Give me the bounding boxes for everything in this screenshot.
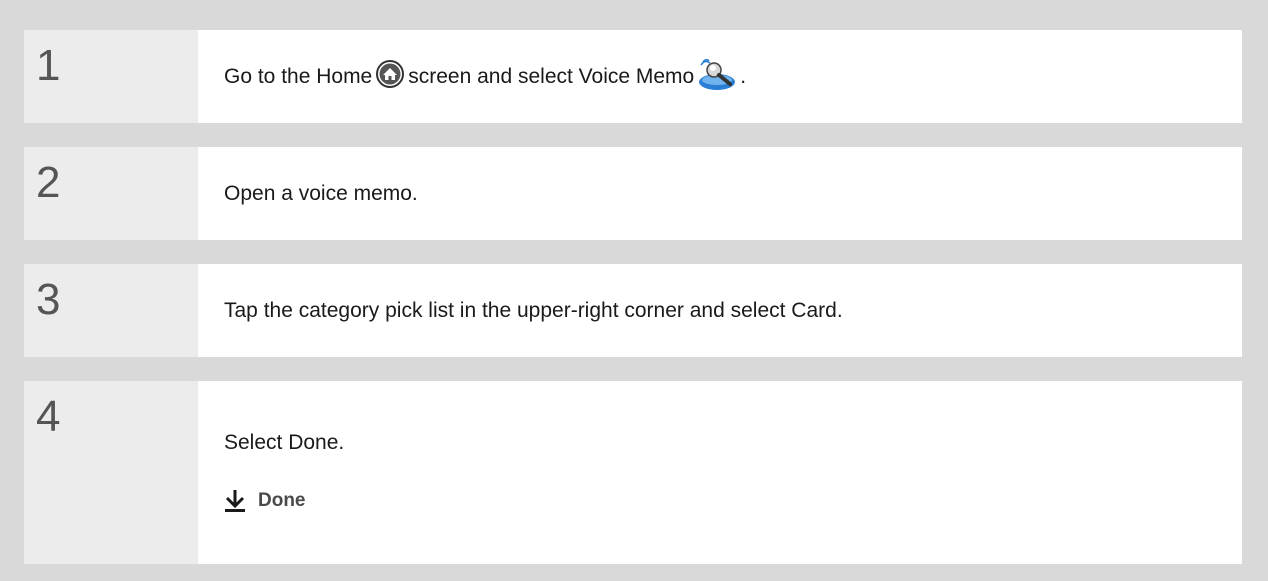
step-text: Go to the Home screen and select Voice M…: [224, 56, 1242, 98]
step-number: 1: [24, 30, 198, 123]
step-text-part: .: [740, 64, 747, 88]
step-text: Open a voice memo.: [224, 181, 418, 205]
step-text: Select Done.: [224, 431, 345, 454]
done-indicator: Done: [224, 489, 1242, 513]
step-content: Select Done. Done: [198, 381, 1242, 564]
step-content: Open a voice memo.: [198, 147, 1242, 240]
step-number: 3: [24, 264, 198, 357]
voice-memo-icon: [697, 56, 737, 98]
step-text-part: screen and select Voice Memo: [408, 64, 695, 88]
step-row: 1 Go to the Home screen and select Voice…: [24, 30, 1242, 123]
arrow-down-done-icon: [225, 490, 245, 512]
step-row: 3 Tap the category pick list in the uppe…: [24, 264, 1242, 357]
step-text: Tap the category pick list in the upper-…: [224, 298, 843, 322]
step-content: Tap the category pick list in the upper-…: [198, 264, 1242, 357]
step-row: 2 Open a voice memo.: [24, 147, 1242, 240]
done-label: Done: [258, 490, 306, 511]
step-content: Go to the Home screen and select Voice M…: [198, 30, 1242, 123]
step-number: 4: [24, 381, 198, 564]
step-text-part: Go to the Home: [224, 64, 373, 88]
steps-table: 1 Go to the Home screen and select Voice…: [24, 30, 1242, 564]
home-icon: [375, 59, 405, 95]
step-row: 4 Select Done. Done: [24, 381, 1242, 564]
step-number: 2: [24, 147, 198, 240]
